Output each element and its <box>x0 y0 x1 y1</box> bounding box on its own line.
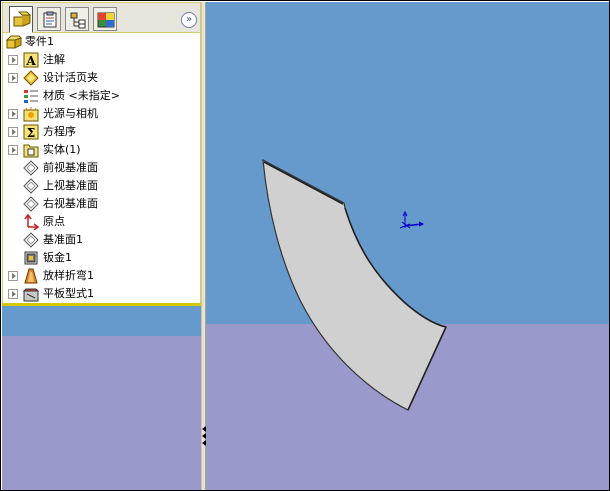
property-manager-icon <box>43 11 57 28</box>
tree-item-label: 前视基准面 <box>43 161 98 174</box>
tree-item-label: 设计活页夹 <box>43 71 98 84</box>
tree-item-material[interactable]: 材质 <未指定> <box>3 87 198 105</box>
tree-item-top-plane[interactable]: 上视基准面 <box>3 177 198 195</box>
expand-toggle[interactable] <box>8 73 18 83</box>
tree-item-design-binder[interactable]: 设计活页夹 <box>3 69 198 87</box>
panel-background-floor <box>2 336 201 490</box>
tree-item-equations[interactable]: Σ 方程序 <box>3 123 198 141</box>
tab-configuration-manager[interactable] <box>65 7 89 31</box>
lofted-bend-part[interactable] <box>262 158 447 411</box>
svg-text:A: A <box>25 54 36 68</box>
tree-item-label: 放样折弯1 <box>43 269 94 282</box>
tab-property-manager[interactable] <box>37 7 61 31</box>
feature-manager-panel: » 零件1 A 注解 设计活页夹 材质 <未指定> 光源与相机 Σ 方程序 实体… <box>2 2 201 490</box>
tree-item-origin[interactable]: 原点 <box>3 213 198 231</box>
plane-icon <box>23 160 39 176</box>
tree-item-annotations[interactable]: A 注解 <box>3 51 198 69</box>
solid-bodies-icon <box>23 144 39 158</box>
expand-toggle[interactable] <box>8 127 18 137</box>
plane-icon <box>23 178 39 194</box>
solidworks-window: » 零件1 A 注解 设计活页夹 材质 <未指定> 光源与相机 Σ 方程序 实体… <box>0 0 610 491</box>
display-manager-icon <box>97 12 115 28</box>
expand-toggle[interactable] <box>8 271 18 281</box>
lights-cameras-icon <box>23 107 39 122</box>
tree-item-label: 原点 <box>43 215 65 228</box>
expand-toggle[interactable] <box>8 145 18 155</box>
model-view <box>262 158 447 411</box>
tree-root[interactable]: 零件1 <box>3 33 198 51</box>
tree-item-solid-bodies[interactable]: 实体(1) <box>3 141 198 159</box>
tree-item-label: 基准面1 <box>43 233 83 246</box>
feature-manager-icon <box>13 11 31 27</box>
tree-item-label: 光源与相机 <box>43 107 98 120</box>
tree-item-label: 右视基准面 <box>43 197 98 210</box>
tree-item-right-plane[interactable]: 右视基准面 <box>3 195 198 213</box>
tab-feature-manager[interactable] <box>9 6 33 33</box>
tree-item-label: 平板型式1 <box>43 287 94 300</box>
design-binder-icon <box>23 70 39 86</box>
tree-item-plane1[interactable]: 基准面1 <box>3 231 198 249</box>
tree-item-flat-pattern1[interactable]: 平板型式1 <box>3 285 198 303</box>
expand-toggle[interactable] <box>8 55 18 65</box>
tree-item-sheet-metal1[interactable]: 钣金1 <box>3 249 198 267</box>
expand-toggle[interactable] <box>8 109 18 119</box>
tree-item-lights-cameras[interactable]: 光源与相机 <box>3 105 198 123</box>
origin-icon <box>24 214 39 230</box>
manager-tab-strip: » <box>2 2 201 33</box>
collapse-panel-button[interactable]: » <box>181 12 197 28</box>
expand-toggle[interactable] <box>8 289 18 299</box>
tree-item-lofted-bend1[interactable]: 放样折弯1 <box>3 267 198 285</box>
tree-item-label: 材质 <未指定> <box>43 89 120 102</box>
panel-background-sky <box>2 306 201 336</box>
tree-item-label: 注解 <box>43 53 65 66</box>
tree-item-label: 上视基准面 <box>43 179 98 192</box>
part-icon <box>6 35 22 49</box>
flat-pattern-icon <box>23 288 39 302</box>
tree-item-front-plane[interactable]: 前视基准面 <box>3 159 198 177</box>
graphics-viewport[interactable] <box>206 2 609 490</box>
tab-display-manager[interactable] <box>93 7 117 31</box>
configuration-manager-icon <box>70 12 86 29</box>
feature-tree: 零件1 A 注解 设计活页夹 材质 <未指定> 光源与相机 Σ 方程序 实体(1… <box>2 33 201 303</box>
plane-icon <box>23 232 39 248</box>
lofted-bend-icon <box>24 268 38 284</box>
tree-item-label: 实体(1) <box>43 143 81 156</box>
annotations-icon: A <box>23 52 39 68</box>
tree-item-label: 方程序 <box>43 125 76 138</box>
plane-icon <box>23 196 39 212</box>
material-icon <box>24 90 38 103</box>
svg-text:Σ: Σ <box>27 126 35 140</box>
tree-item-label: 钣金1 <box>43 251 72 264</box>
sheet-metal-icon <box>24 251 38 265</box>
tree-root-label: 零件1 <box>25 35 54 48</box>
equations-icon: Σ <box>23 124 39 140</box>
origin-triad-icon <box>399 210 425 229</box>
